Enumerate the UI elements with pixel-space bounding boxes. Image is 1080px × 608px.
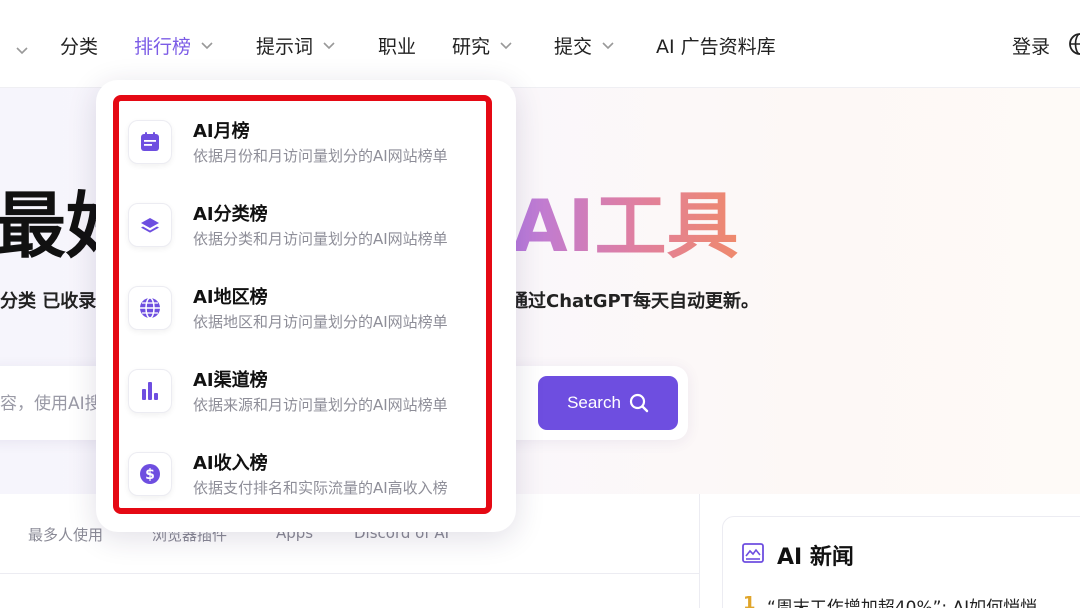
nav-item-rankings[interactable]: 排行榜 (134, 31, 214, 59)
nav-item-careers[interactable]: 职业 (378, 31, 416, 59)
nav-item-research[interactable]: 研究 (452, 31, 513, 59)
menu-item-title: AI收入榜 (193, 453, 268, 474)
svg-text:$: $ (145, 467, 155, 483)
login-link[interactable]: 登录 (1012, 31, 1050, 59)
dollar-icon: $ (128, 452, 172, 496)
search-button[interactable]: Search (538, 376, 678, 430)
menu-item-title: AI渠道榜 (193, 370, 268, 391)
nav-label: 研究 (452, 35, 491, 58)
calendar-icon (128, 120, 172, 164)
news-title: AI 新闻 (777, 545, 854, 570)
menu-item-desc: 依据支付排名和实际流量的AI高收入榜 (193, 479, 448, 497)
nav-item-categories[interactable]: 分类 (60, 31, 98, 59)
hero-title-highlight: AI工具 (512, 184, 739, 268)
menu-item-title: AI地区榜 (193, 287, 268, 308)
top-navbar: 分类 排行榜 提示词 职业 研究 提交 AI 广告资料库 登录 (0, 0, 1080, 88)
rankings-dropdown: AI月榜 依据月份和月访问量划分的AI网站榜单 AI分类榜 依据分类和月访问量划… (96, 80, 516, 532)
chevron-down-icon (601, 38, 615, 52)
menu-item-desc: 依据来源和月访问量划分的AI网站榜单 (193, 396, 448, 414)
nav-label: 职业 (378, 35, 417, 58)
chevron-down-icon (322, 38, 336, 52)
nav-item-submit[interactable]: 提交 (554, 31, 615, 59)
chevron-down-icon (15, 43, 29, 57)
globe-icon (128, 286, 172, 330)
menu-item-title: AI月榜 (193, 121, 250, 142)
menu-item-desc: 依据分类和月访问量划分的AI网站榜单 (193, 230, 448, 248)
news-rank: 1 (743, 593, 756, 608)
menu-item-channel[interactable]: AI渠道榜 依据来源和月访问量划分的AI网站榜单 (126, 360, 486, 422)
hero-subtitle-left: 分类 已收录 (0, 291, 97, 312)
login-label: 登录 (1012, 35, 1051, 58)
chevron-down-icon (499, 38, 513, 52)
nav-label: 提交 (554, 35, 593, 58)
menu-item-desc: 依据月份和月访问量划分的AI网站榜单 (193, 147, 448, 165)
search-button-label: Search (567, 393, 621, 412)
menu-item-monthly[interactable]: AI月榜 依据月份和月访问量划分的AI网站榜单 (126, 111, 486, 173)
news-headline[interactable]: “周末工作增加超40%”: AI如何悄悄 (767, 593, 1037, 608)
search-icon (629, 393, 649, 413)
globe-icon[interactable] (1068, 32, 1080, 56)
tab-most-used[interactable]: 最多人使用 (28, 524, 103, 545)
nav-label: AI 广告资料库 (656, 35, 776, 58)
newspaper-icon (741, 541, 765, 565)
menu-item-title: AI分类榜 (193, 204, 268, 225)
nav-prev-chevron[interactable] (6, 36, 29, 64)
menu-item-category[interactable]: AI分类榜 依据分类和月访问量划分的AI网站榜单 (126, 194, 486, 256)
chevron-down-icon (200, 38, 214, 52)
bar-chart-icon (128, 369, 172, 413)
tabs-divider (0, 573, 700, 574)
page: 分类 排行榜 提示词 职业 研究 提交 AI 广告资料库 登录 最好 AI工具 … (0, 0, 1080, 608)
nav-item-prompts[interactable]: 提示词 (256, 31, 336, 59)
menu-item-region[interactable]: AI地区榜 依据地区和月访问量划分的AI网站榜单 (126, 277, 486, 339)
nav-label: 排行榜 (134, 35, 192, 58)
news-card: AI 新闻 1 “周末工作增加超40%”: AI如何悄悄 (722, 516, 1080, 608)
menu-item-desc: 依据地区和月访问量划分的AI网站榜单 (193, 313, 448, 331)
nav-item-ad-library[interactable]: AI 广告资料库 (656, 31, 776, 59)
hero-subtitle-right: 通过ChatGPT每天自动更新。 (510, 291, 760, 312)
layers-icon (128, 203, 172, 247)
nav-label: 提示词 (256, 35, 314, 58)
nav-label: 分类 (60, 35, 99, 58)
menu-item-revenue[interactable]: $ AI收入榜 依据支付排名和实际流量的AI高收入榜 (126, 443, 486, 505)
